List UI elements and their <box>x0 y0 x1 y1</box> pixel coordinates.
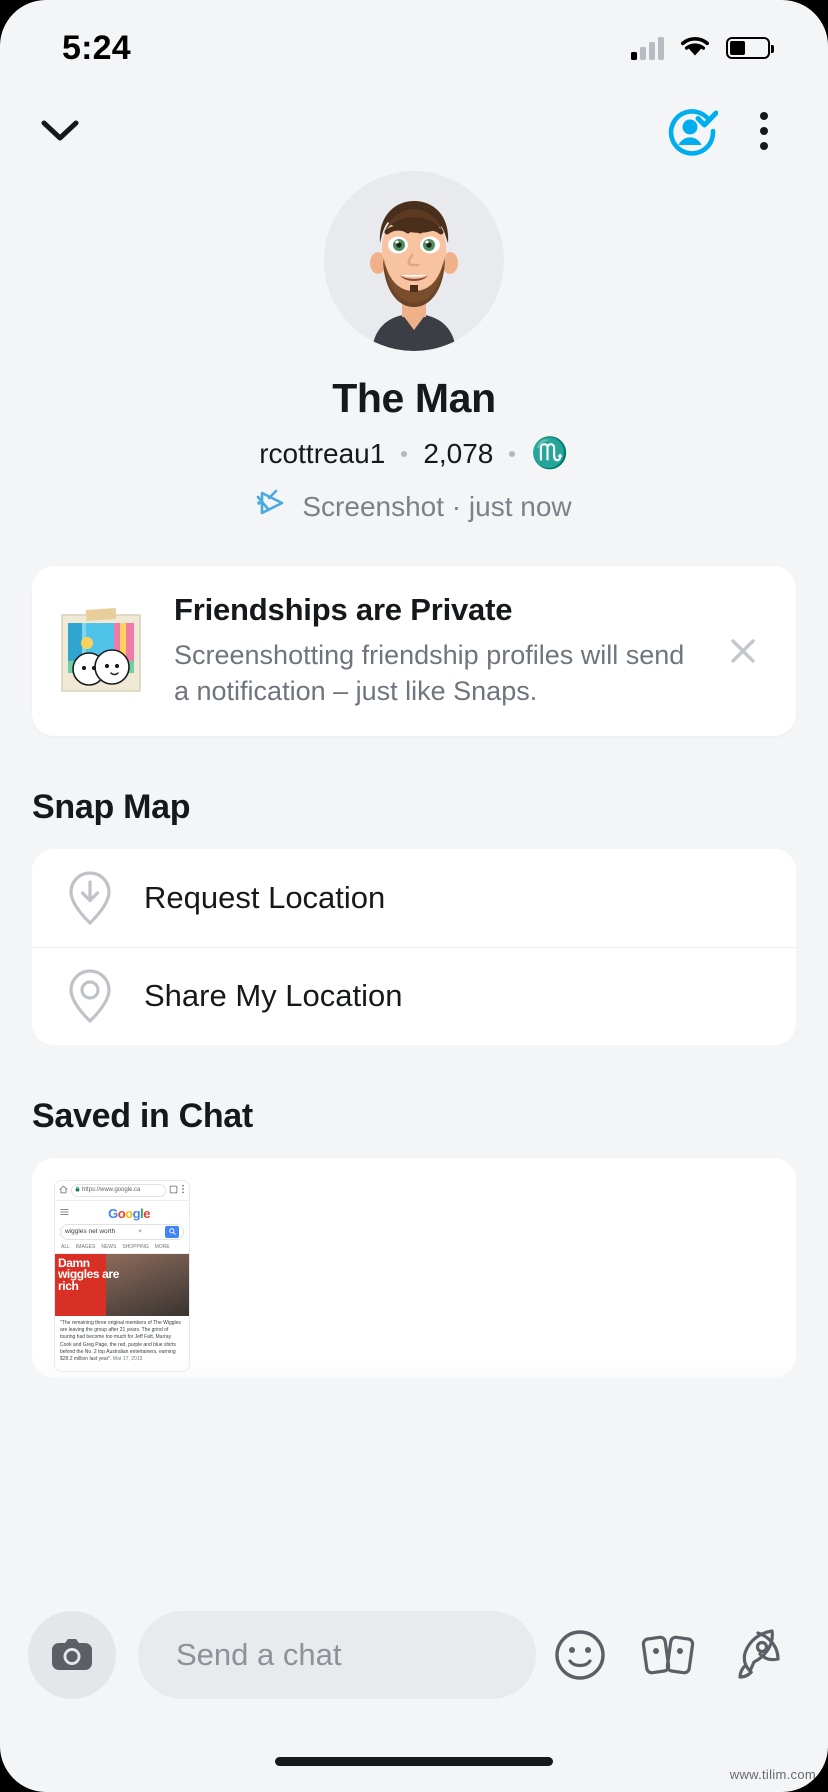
friendship-photo-icon <box>56 603 150 699</box>
browser-url-text: https://www.google.ca <box>82 1187 141 1194</box>
chat-input-placeholder: Send a chat <box>176 1637 342 1672</box>
request-location-label: Request Location <box>144 879 386 915</box>
zodiac-icon[interactable]: ♏ <box>531 436 568 471</box>
browser-toolbar: https://www.google.ca <box>55 1180 189 1201</box>
article-snippet: "The remaining three original members of… <box>55 1316 189 1368</box>
google-tab[interactable]: ALL <box>61 1244 70 1250</box>
profile-username: rcottreau1 <box>259 437 386 469</box>
profile-snap-score[interactable]: 2,078 <box>423 438 493 470</box>
article-hero-image: Damn wiggles are rich <box>55 1253 189 1316</box>
profile-meta-row: rcottreau1 2,078 ♏ <box>0 436 828 471</box>
friendships-private-card[interactable]: Friendships are Private Screenshotting f… <box>32 566 796 736</box>
meta-separator-dot <box>509 450 516 457</box>
screenshot-icon <box>256 489 288 524</box>
google-nav-tabs: ALL IMAGES NEWS SHOPPING MORE <box>55 1240 189 1254</box>
friendships-private-title: Friendships are Private <box>174 592 513 627</box>
search-icon[interactable] <box>165 1225 179 1238</box>
google-search-query: wiggles net worth <box>65 1228 116 1236</box>
friendships-private-body: Screenshotting friendship profiles will … <box>174 640 685 706</box>
top-nav-bar <box>0 96 828 166</box>
snap-map-section-title: Snap Map <box>32 787 191 826</box>
wifi-icon <box>678 33 712 63</box>
friendships-private-text: Friendships are Private Screenshotting f… <box>150 592 716 710</box>
more-vertical-icon <box>181 1181 185 1199</box>
menu-icon <box>55 1203 69 1221</box>
sticker-smiley-icon[interactable] <box>536 1627 624 1683</box>
profile-status-text: Screenshot · just now <box>302 490 572 522</box>
chevron-down-icon[interactable] <box>38 109 82 153</box>
more-vertical-icon[interactable] <box>742 109 786 153</box>
share-my-location-label: Share My Location <box>144 978 403 1014</box>
watermark-text: www.tilim.com <box>729 1767 816 1782</box>
article-headline: Damn wiggles are rich <box>58 1255 119 1293</box>
google-search-input[interactable]: wiggles net worth × <box>60 1223 184 1240</box>
bitmoji-avatar[interactable] <box>324 171 504 351</box>
phone-screen: 5:24 The Man rcottreau1 2,078 ♏ Screensh… <box>0 0 828 1792</box>
browser-url-bar[interactable]: https://www.google.ca <box>71 1183 166 1197</box>
status-bar-icons <box>631 33 774 63</box>
profile-header: The Man rcottreau1 2,078 ♏ Screenshot · … <box>0 166 828 524</box>
google-logo: Google <box>108 1205 150 1221</box>
google-tab[interactable]: MORE <box>155 1244 170 1250</box>
share-my-location-row[interactable]: Share My Location <box>32 946 796 1045</box>
camera-icon[interactable] <box>28 1611 116 1699</box>
pin-download-icon <box>62 869 118 927</box>
close-icon[interactable]: × <box>138 1228 142 1235</box>
google-tab[interactable]: IMAGES <box>76 1244 95 1250</box>
cameos-icon[interactable] <box>624 1627 712 1683</box>
home-indicator[interactable] <box>275 1757 553 1766</box>
page-title: The Man <box>332 375 496 421</box>
meta-separator-dot <box>401 450 408 457</box>
cellular-bars-icon <box>631 36 664 60</box>
tabs-icon <box>169 1181 178 1199</box>
article-snippet-date: Mar 17, 2013 <box>112 1356 143 1363</box>
home-icon <box>59 1181 68 1199</box>
saved-in-chat-card: https://www.google.ca Google wiggles net… <box>32 1157 796 1378</box>
status-bar: 5:24 <box>0 0 828 96</box>
google-tab[interactable]: NEWS <box>101 1244 116 1250</box>
saved-screenshot-thumbnail[interactable]: https://www.google.ca Google wiggles net… <box>54 1179 190 1372</box>
saved-in-chat-section-title: Saved in Chat <box>32 1096 253 1135</box>
profile-scroll-area[interactable]: The Man rcottreau1 2,078 ♏ Screenshot · … <box>0 166 828 1426</box>
lock-icon <box>75 1186 80 1194</box>
rocket-icon[interactable] <box>712 1627 800 1683</box>
snap-map-row-list: Request Location Share My Location <box>32 848 796 1045</box>
pin-location-icon <box>62 967 118 1025</box>
profile-status-row: Screenshot · just now <box>0 489 828 524</box>
chat-input-field[interactable]: Send a chat <box>138 1611 536 1699</box>
chat-input-bar: Send a chat <box>0 1590 828 1720</box>
add-friend-check-icon[interactable] <box>662 102 720 160</box>
request-location-row[interactable]: Request Location <box>32 848 796 947</box>
status-bar-clock: 5:24 <box>62 28 131 67</box>
close-icon[interactable] <box>716 633 770 669</box>
google-tab[interactable]: SHOPPING <box>122 1244 148 1250</box>
battery-icon <box>726 37 774 59</box>
